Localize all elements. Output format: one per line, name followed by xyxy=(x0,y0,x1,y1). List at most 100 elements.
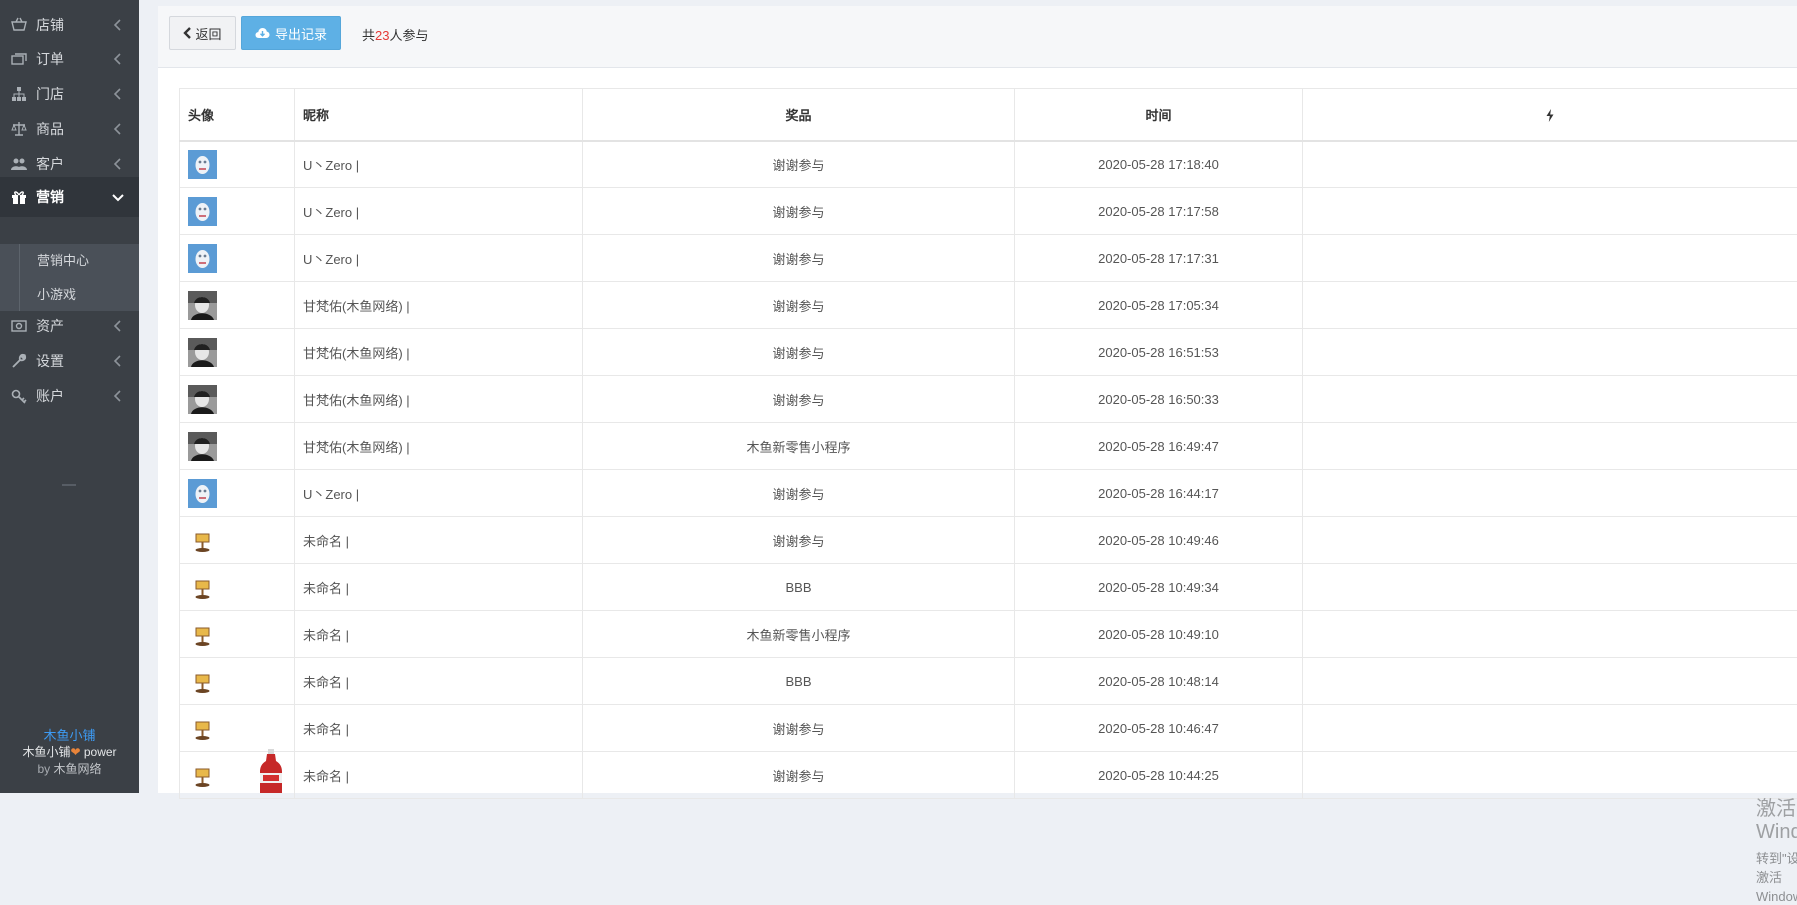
sidebar-item-label: 账户 xyxy=(36,386,64,406)
avatar xyxy=(188,338,217,367)
time-cell: 2020-05-28 17:05:34 xyxy=(1015,282,1303,329)
nickname-cell: 甘梵佑(木鱼网络) | xyxy=(295,282,583,329)
table-row: 甘梵佑(木鱼网络) |木鱼新零售小程序2020-05-28 16:49:47 xyxy=(180,423,1797,470)
sidebar-item-8[interactable]: 设置 xyxy=(0,341,139,381)
avatar-cell xyxy=(180,517,295,564)
nickname-cell: 未命名 | xyxy=(295,611,583,658)
sidebar-item-label: 设置 xyxy=(36,351,64,371)
time-cell: 2020-05-28 10:49:10 xyxy=(1015,611,1303,658)
sidebar-item-1[interactable]: 订单 xyxy=(0,39,139,79)
collapse-handle[interactable] xyxy=(62,484,76,486)
time-cell: 2020-05-28 10:48:14 xyxy=(1015,658,1303,705)
records-panel: 头像 昵称 奖品 时间 U丶Zero |谢谢参与2020-05-28 17:18… xyxy=(158,68,1797,793)
actions-cell xyxy=(1303,141,1797,188)
sidebar-footer: 木鱼小铺 木鱼小铺❤ power by 木鱼网络 xyxy=(0,727,139,778)
actions-cell xyxy=(1303,517,1797,564)
sidebar: 店铺订单门店商品客户营销数据资产设置账户 营销中心 小游戏 木鱼小铺 木鱼小铺❤… xyxy=(0,0,139,793)
participant-count: 23 xyxy=(375,28,389,43)
avatar xyxy=(188,714,217,743)
chevron-left-icon xyxy=(183,27,192,39)
table-row: 未命名 |谢谢参与2020-05-28 10:44:25 xyxy=(180,752,1797,799)
prize-cell: 谢谢参与 xyxy=(583,141,1015,188)
sidebar-item-label: 资产 xyxy=(36,316,64,336)
table-row: U丶Zero |谢谢参与2020-05-28 16:44:17 xyxy=(180,470,1797,517)
nickname-cell: U丶Zero | xyxy=(295,235,583,282)
sidebar-item-7[interactable]: 资产 xyxy=(0,306,139,346)
submenu-item-mini-games[interactable]: 小游戏 xyxy=(19,278,139,312)
actions-cell xyxy=(1303,188,1797,235)
sidebar-item-2[interactable]: 门店 xyxy=(0,74,139,114)
table-row: U丶Zero |谢谢参与2020-05-28 17:18:40 xyxy=(180,141,1797,188)
actions-cell xyxy=(1303,752,1797,799)
actions-cell xyxy=(1303,658,1797,705)
avatar-cell xyxy=(180,423,295,470)
sidebar-item-3[interactable]: 商品 xyxy=(0,109,139,149)
prize-cell: 木鱼新零售小程序 xyxy=(583,423,1015,470)
footer-power-line: 木鱼小铺❤ power xyxy=(0,744,139,761)
gift-icon xyxy=(11,189,27,205)
avatar xyxy=(188,761,217,790)
records-table-body: U丶Zero |谢谢参与2020-05-28 17:18:40U丶Zero |谢… xyxy=(180,141,1797,799)
summary-prefix: 共 xyxy=(362,28,375,43)
time-cell: 2020-05-28 10:44:25 xyxy=(1015,752,1303,799)
sidebar-item-9[interactable]: 账户 xyxy=(0,376,139,416)
sidebar-item-5[interactable]: 营销 xyxy=(0,177,139,217)
chevron-left-icon xyxy=(111,87,125,101)
footer-brand-link[interactable]: 木鱼小铺 xyxy=(0,727,139,744)
footer-company: 木鱼网络 xyxy=(54,762,102,776)
avatar-cell xyxy=(180,282,295,329)
sidebar-item-label: 商品 xyxy=(36,119,64,139)
avatar-cell xyxy=(180,470,295,517)
actions-cell xyxy=(1303,329,1797,376)
avatar xyxy=(188,432,217,461)
avatar xyxy=(188,244,217,273)
actions-cell xyxy=(1303,705,1797,752)
chevron-left-icon xyxy=(111,157,125,171)
back-button[interactable]: 返回 xyxy=(169,16,236,50)
export-button-label: 导出记录 xyxy=(275,24,327,43)
export-records-button[interactable]: 导出记录 xyxy=(241,16,341,50)
chevron-left-icon xyxy=(111,52,125,66)
column-header-actions xyxy=(1303,89,1797,141)
nickname-cell: U丶Zero | xyxy=(295,470,583,517)
chevron-left-icon xyxy=(111,18,125,32)
avatar xyxy=(188,479,217,508)
chevron-left-icon xyxy=(111,122,125,136)
prize-cell: BBB xyxy=(583,564,1015,611)
back-button-label: 返回 xyxy=(195,24,221,43)
prize-cell: 谢谢参与 xyxy=(583,329,1015,376)
table-row: 甘梵佑(木鱼网络) |谢谢参与2020-05-28 16:51:53 xyxy=(180,329,1797,376)
time-cell: 2020-05-28 17:17:58 xyxy=(1015,188,1303,235)
table-row: 甘梵佑(木鱼网络) |谢谢参与2020-05-28 16:50:33 xyxy=(180,376,1797,423)
nickname-cell: 甘梵佑(木鱼网络) | xyxy=(295,423,583,470)
bolt-icon xyxy=(1546,109,1554,122)
table-row: U丶Zero |谢谢参与2020-05-28 17:17:31 xyxy=(180,235,1797,282)
table-row: 未命名 |BBB2020-05-28 10:48:14 xyxy=(180,658,1797,705)
marketing-submenu: 营销中心 小游戏 xyxy=(0,244,139,311)
time-cell: 2020-05-28 10:49:34 xyxy=(1015,564,1303,611)
submenu-item-marketing-center[interactable]: 营销中心 xyxy=(19,244,139,278)
nickname-cell: 甘梵佑(木鱼网络) | xyxy=(295,376,583,423)
time-cell: 2020-05-28 16:51:53 xyxy=(1015,329,1303,376)
avatar xyxy=(188,526,217,555)
nickname-cell: 未命名 | xyxy=(295,517,583,564)
chevron-left-icon xyxy=(111,354,125,368)
chevron-left-icon xyxy=(111,319,125,333)
nickname-cell: 未命名 | xyxy=(295,658,583,705)
sidebar-item-label: 店铺 xyxy=(36,15,64,35)
scale-icon xyxy=(11,121,27,137)
avatar xyxy=(188,385,217,414)
toolbar: 返回 导出记录 共23人参与 xyxy=(158,6,1797,68)
avatar-cell xyxy=(180,611,295,658)
actions-cell xyxy=(1303,376,1797,423)
avatar xyxy=(188,573,217,602)
avatar-cell xyxy=(180,329,295,376)
column-header-nickname: 昵称 xyxy=(295,89,583,141)
nickname-cell: 甘梵佑(木鱼网络) | xyxy=(295,329,583,376)
prize-cell: 谢谢参与 xyxy=(583,517,1015,564)
store-sitemap-icon xyxy=(11,86,27,102)
bottle-sticker-icon xyxy=(258,749,284,793)
sidebar-item-label: 客户 xyxy=(36,154,64,174)
column-header-avatar: 头像 xyxy=(180,89,295,141)
avatar-cell xyxy=(180,564,295,611)
